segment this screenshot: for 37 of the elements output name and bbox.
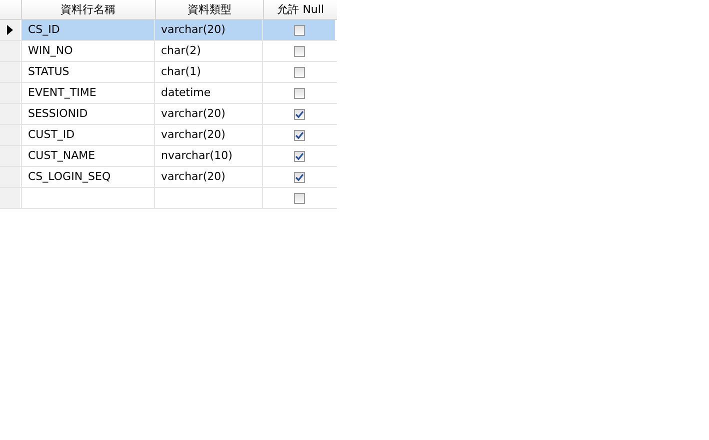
row-pointer-icon	[7, 25, 13, 35]
table-row[interactable]: CUST_NAME nvarchar(10)	[0, 146, 337, 167]
table-cell: varchar(20)	[161, 23, 226, 36]
table-cell: char(1)	[161, 65, 201, 78]
checkbox[interactable]	[294, 150, 304, 162]
table-cell: CUST_NAME	[28, 149, 96, 162]
table-cell: varchar(20)	[161, 170, 226, 183]
table-row[interactable]: SESSIONID varchar(20)	[0, 104, 337, 125]
column-header[interactable]: 資料類型	[154, 0, 264, 19]
table-cell: varchar(20)	[161, 107, 226, 120]
column-header[interactable]: 允許 Null	[263, 0, 337, 19]
checkbox[interactable]	[294, 130, 304, 140]
checkbox[interactable]	[294, 172, 304, 182]
checkbox[interactable]	[294, 46, 304, 56]
table-row[interactable]: WIN_NO char(2)	[0, 41, 337, 62]
table-cell: CS_ID	[28, 23, 60, 36]
table-row[interactable]: CS_LOGIN_SEQ varchar(20)	[0, 167, 337, 188]
table-cell: CUST_ID	[28, 128, 75, 141]
table-cell: char(2)	[161, 44, 201, 57]
table-cell: STATUS	[28, 65, 70, 78]
table-cell: nvarchar(10)	[161, 149, 232, 162]
table-cell: WIN_NO	[28, 44, 73, 57]
table-row[interactable]: CS_ID varchar(20)	[0, 20, 337, 41]
table-cell: CS_LOGIN_SEQ	[28, 170, 111, 183]
checkbox[interactable]	[294, 24, 304, 36]
table-cell: EVENT_TIME	[28, 86, 96, 99]
table-row[interactable]: STATUS char(1)	[0, 62, 337, 83]
table-row[interactable]: CUST_ID varchar(20)	[0, 125, 337, 146]
table-cell: datetime	[161, 86, 211, 99]
column-header[interactable]: 資料行名稱	[20, 0, 155, 19]
checkbox[interactable]	[294, 192, 304, 204]
table-cell: varchar(20)	[161, 128, 226, 141]
table-row[interactable]: EVENT_TIME datetime	[0, 83, 337, 104]
table-cell: SESSIONID	[28, 107, 88, 120]
checkbox[interactable]	[294, 108, 304, 120]
checkbox[interactable]	[294, 66, 304, 78]
checkbox[interactable]	[294, 88, 304, 98]
